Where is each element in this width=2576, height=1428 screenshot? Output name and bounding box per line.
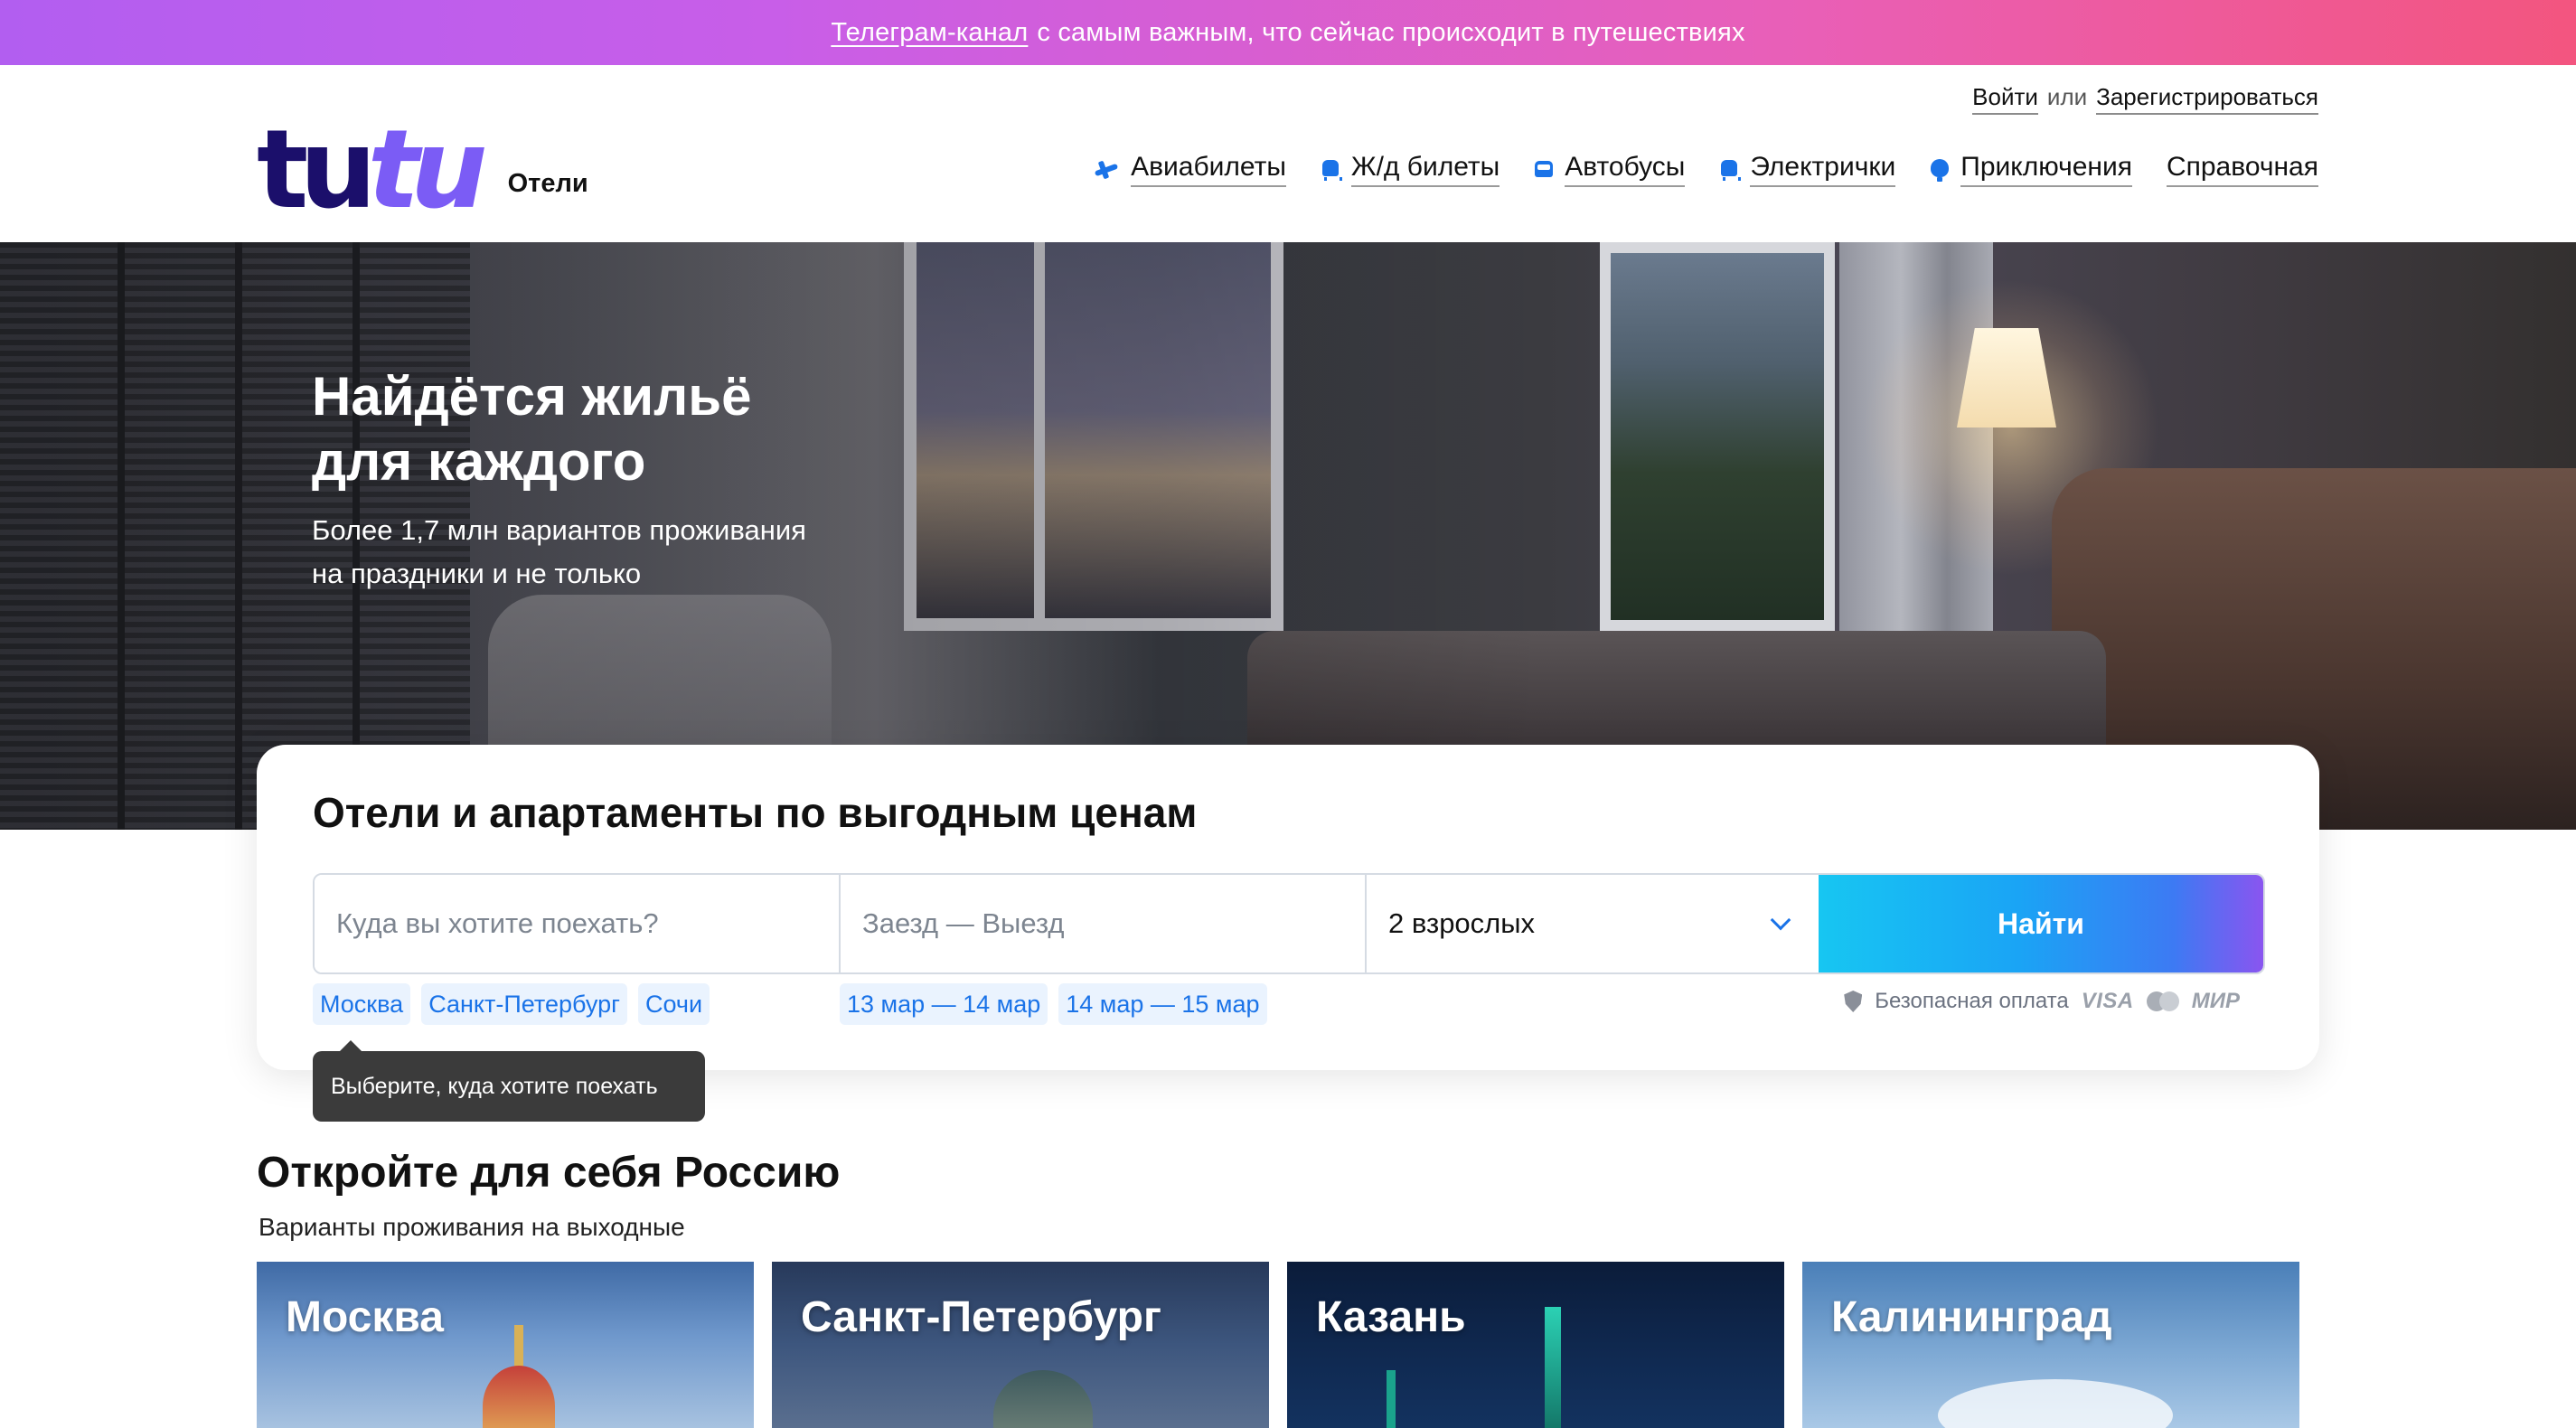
promo-banner: Телеграм-канал с самым важным, что сейча… xyxy=(0,0,2576,65)
main-nav: Авиабилеты Ж/д билеты Автобусы Электричк… xyxy=(1093,152,2318,187)
city-card-kaliningrad[interactable]: Калининград xyxy=(1802,1262,2299,1428)
hero-subtitle-line2: на праздники и не только xyxy=(312,558,642,589)
destination-field[interactable] xyxy=(315,875,841,972)
logo-mark: tutu xyxy=(257,117,488,225)
city-image-detail xyxy=(483,1366,555,1428)
city-image-detail xyxy=(993,1370,1093,1428)
logo-part2: tu xyxy=(367,108,488,233)
tutu-logo[interactable]: tutu Отели xyxy=(257,117,588,225)
destination-chip[interactable]: Москва xyxy=(313,983,411,1025)
secure-payment-info: Безопасная оплата VISA МИР xyxy=(1844,989,2240,1014)
auth-links: Войти или Зарегистрироваться xyxy=(1972,83,2318,115)
nav-label-flights: Авиабилеты xyxy=(1131,152,1286,187)
login-link[interactable]: Войти xyxy=(1972,83,2038,115)
balloon-icon xyxy=(1930,158,1950,182)
mir-logo: МИР xyxy=(2191,989,2240,1013)
city-card-moscow[interactable]: Москва xyxy=(257,1262,754,1428)
logo-part1: tu xyxy=(257,108,377,233)
logo-section-label: Отели xyxy=(507,169,588,198)
city-card-title: Калининград xyxy=(1831,1293,2112,1341)
city-image-detail xyxy=(1387,1370,1396,1428)
search-form: Заезд — Выезд 2 взрослых Найти xyxy=(313,873,2265,974)
mastercard-icon xyxy=(2146,991,2179,1011)
destination-input[interactable] xyxy=(336,907,817,940)
city-image-detail xyxy=(1938,1379,2173,1428)
nav-item-trains[interactable]: Ж/д билеты xyxy=(1321,152,1500,187)
dates-placeholder: Заезд — Выезд xyxy=(862,907,1065,939)
city-card-title: Казань xyxy=(1316,1293,1466,1341)
promo-text: с самым важным, что сейчас происходит в … xyxy=(1037,17,1745,47)
shield-icon xyxy=(1844,991,1863,1012)
nav-item-reference[interactable]: Справочная xyxy=(2166,152,2318,187)
date-chip[interactable]: 13 мар — 14 мар xyxy=(840,983,1048,1025)
commuter-train-icon xyxy=(1719,158,1742,182)
bus-icon xyxy=(1534,158,1554,182)
nav-label-adventures: Приключения xyxy=(1960,152,2132,187)
nav-item-adventures[interactable]: Приключения xyxy=(1930,152,2132,187)
destination-suggestions: Москва Санкт-Петербург Сочи xyxy=(313,983,710,1025)
hero-subtitle-line1: Более 1,7 млн вариантов проживания xyxy=(312,514,806,546)
city-cards: Москва Санкт-Петербург Казань Калинингра… xyxy=(257,1262,2299,1428)
city-image-detail xyxy=(1545,1307,1561,1428)
hero-banner: Найдётся жильё для каждого Более 1,7 млн… xyxy=(0,242,2576,830)
plane-icon xyxy=(1093,158,1120,182)
site-header: Войти или Зарегистрироваться tutu Отели … xyxy=(0,65,2576,242)
nav-label-trains: Ж/д билеты xyxy=(1350,152,1500,187)
hero-subtitle: Более 1,7 млн вариантов проживания на пр… xyxy=(312,509,945,596)
telegram-channel-link[interactable]: Телеграм-канал xyxy=(831,18,1028,48)
hero-title-line1: Найдётся жильё xyxy=(312,366,752,427)
guests-value: 2 взрослых xyxy=(1388,907,1536,939)
train-icon xyxy=(1321,158,1342,182)
date-chip[interactable]: 14 мар — 15 мар xyxy=(1058,983,1267,1025)
hero-title: Найдётся жильё для каждого xyxy=(312,364,945,494)
nav-label-buses: Автобусы xyxy=(1565,152,1686,187)
register-link[interactable]: Зарегистрироваться xyxy=(2096,83,2318,115)
nav-item-commuter-trains[interactable]: Электрички xyxy=(1719,152,1896,187)
nav-label-reference: Справочная xyxy=(2166,152,2318,187)
secure-payment-label: Безопасная оплата xyxy=(1875,989,2069,1013)
city-card-title: Москва xyxy=(286,1293,444,1341)
visa-logo: VISA xyxy=(2081,989,2134,1013)
nav-item-flights[interactable]: Авиабилеты xyxy=(1093,152,1286,187)
search-button[interactable]: Найти xyxy=(1819,875,2263,972)
guests-select[interactable]: 2 взрослых xyxy=(1367,875,1819,972)
destination-chip[interactable]: Санкт-Петербург xyxy=(421,983,627,1025)
hero-title-line2: для каждого xyxy=(312,431,646,492)
discover-subtitle: Варианты проживания на выходные xyxy=(259,1213,685,1241)
dates-field[interactable]: Заезд — Выезд xyxy=(841,875,1367,972)
destination-tooltip: Выберите, куда хотите поехать xyxy=(313,1040,705,1122)
city-card-title: Санкт-Петербург xyxy=(801,1293,1161,1341)
city-image-detail xyxy=(514,1325,523,1370)
nav-label-commuter-trains: Электрички xyxy=(1750,152,1896,187)
discover-title: Откройте для себя Россию xyxy=(257,1149,841,1197)
city-card-saint-petersburg[interactable]: Санкт-Петербург xyxy=(772,1262,1269,1428)
nav-item-buses[interactable]: Автобусы xyxy=(1534,152,1686,187)
search-title: Отели и апартаменты по выгодным ценам xyxy=(313,789,1198,836)
date-suggestions: 13 мар — 14 мар 14 мар — 15 мар xyxy=(840,983,1267,1025)
destination-chip[interactable]: Сочи xyxy=(637,983,710,1025)
city-card-kazan[interactable]: Казань xyxy=(1287,1262,1784,1428)
auth-or-text: или xyxy=(2046,83,2088,110)
hotel-search-card: Отели и апартаменты по выгодным ценам За… xyxy=(257,745,2319,1070)
chevron-down-icon xyxy=(1770,909,1791,931)
